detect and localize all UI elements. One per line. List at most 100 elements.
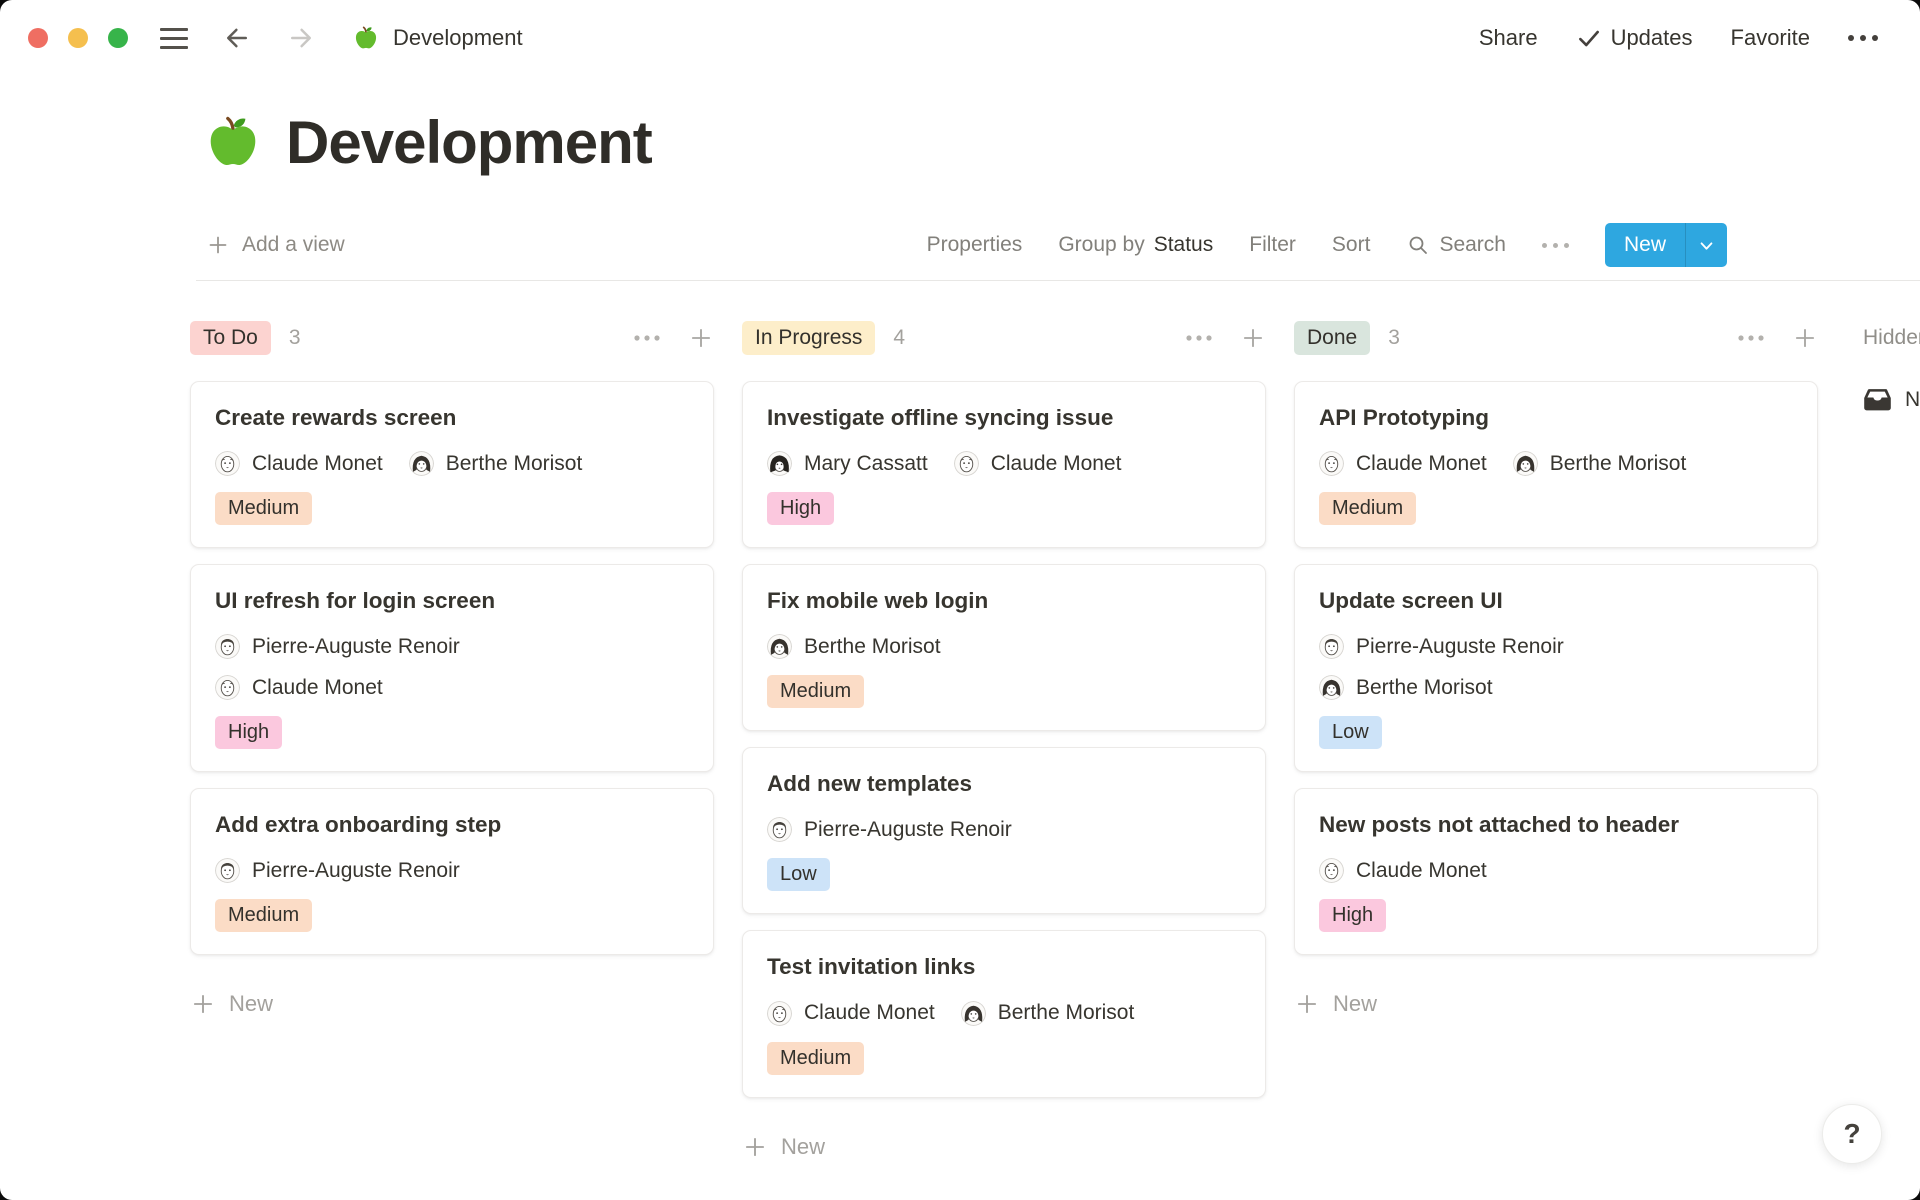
column-add-card-icon[interactable] (1792, 325, 1818, 351)
group-by-button[interactable]: Group by Status (1058, 233, 1213, 257)
hidden-columns-label[interactable]: Hidden (1863, 326, 1920, 350)
close-window-button[interactable] (28, 28, 48, 48)
plus-icon (190, 991, 216, 1017)
back-arrow-icon[interactable] (222, 23, 252, 53)
favorite-button[interactable]: Favorite (1731, 25, 1810, 51)
avatar-pierre-auguste-renoir (767, 817, 792, 842)
zoom-window-button[interactable] (108, 28, 128, 48)
column-done: Done3API PrototypingClaude MonetBerthe M… (1294, 317, 1818, 1160)
column-add-card-icon[interactable] (1240, 325, 1266, 351)
card-add-new-templates[interactable]: Add new templates Pierre-Auguste Renoir Lo… (742, 747, 1266, 914)
new-button-label[interactable]: New (1605, 223, 1685, 267)
avatar-claude-monet (1319, 858, 1344, 883)
hidden-columns-section: Hidden No Status (1846, 317, 1920, 1160)
card-fix-mobile-web-login[interactable]: Fix mobile web login Berthe Morisot Medium (742, 564, 1266, 731)
properties-button[interactable]: Properties (927, 233, 1023, 257)
priority-tag-high: High (1319, 899, 1386, 932)
page-title[interactable]: Development (286, 108, 652, 177)
help-button[interactable]: ? (1822, 1104, 1882, 1164)
column-more-options-icon[interactable] (1736, 333, 1766, 343)
assignee-pierre-auguste-renoir: Pierre-Auguste Renoir (215, 858, 460, 883)
add-card-button[interactable]: New (742, 1134, 1266, 1160)
column-card-count: 4 (893, 326, 905, 350)
assignee-claude-monet: Claude Monet (1319, 858, 1487, 883)
avatar-claude-monet (1319, 451, 1344, 476)
column-card-count: 3 (289, 326, 301, 350)
filter-button[interactable]: Filter (1249, 233, 1296, 257)
column-more-options-icon[interactable] (632, 333, 662, 343)
page-icon-green-apple[interactable] (202, 111, 264, 173)
search-button[interactable]: Search (1406, 233, 1506, 257)
assignee-name: Berthe Morisot (1550, 452, 1687, 476)
hidden-group-no-status[interactable]: No Status (1863, 385, 1920, 414)
assignee-claude-monet: Claude Monet (1319, 451, 1487, 476)
avatar-berthe-morisot (409, 451, 434, 476)
assignee-name: Claude Monet (991, 452, 1122, 476)
priority-tag-medium: Medium (767, 1042, 864, 1075)
add-card-button[interactable]: New (1294, 991, 1818, 1017)
view-more-options-icon[interactable] (1542, 243, 1569, 248)
assignee-name: Pierre-Auguste Renoir (1356, 635, 1564, 659)
card-update-screen-ui[interactable]: Update screen UIPierre-Auguste RenoirBer… (1294, 564, 1818, 772)
new-button[interactable]: New (1605, 223, 1727, 267)
new-dropdown-button[interactable] (1685, 223, 1727, 267)
card-ui-refresh-for-login-screen[interactable]: UI refresh for login screenPierre-August… (190, 564, 714, 772)
assignee-pierre-auguste-renoir: Pierre-Auguste Renoir (215, 634, 689, 659)
priority-tag-medium: Medium (767, 675, 864, 708)
avatar-berthe-morisot (1513, 451, 1538, 476)
card-title: Add new templates (767, 770, 1241, 798)
assignee-name: Berthe Morisot (804, 635, 941, 659)
window-titlebar: Development Share Updates Favorite (0, 0, 1920, 76)
priority-tag-high: High (767, 492, 834, 525)
assignee-name: Pierre-Auguste Renoir (804, 818, 1012, 842)
priority-tag-low: Low (1319, 716, 1382, 749)
forward-arrow-icon[interactable] (286, 23, 316, 53)
green-apple-icon (352, 24, 380, 52)
assignee-name: Claude Monet (1356, 452, 1487, 476)
priority-tag-medium: Medium (1319, 492, 1416, 525)
assignee-name: Pierre-Auguste Renoir (252, 635, 460, 659)
card-new-posts-not-attached-to-header[interactable]: New posts not attached to headerClaude M… (1294, 788, 1818, 955)
avatar-claude-monet (215, 675, 240, 700)
kanban-board: To Do3Create rewards screenClaude MonetB… (0, 281, 1920, 1160)
column-status-chip: Done (1294, 321, 1370, 355)
card-title: Investigate offline syncing issue (767, 404, 1241, 432)
sidebar-menu-icon[interactable] (160, 28, 188, 49)
assignee-name: Berthe Morisot (446, 452, 583, 476)
breadcrumb[interactable]: Development (352, 24, 523, 52)
avatar-berthe-morisot (767, 634, 792, 659)
updates-button[interactable]: Updates (1576, 25, 1693, 51)
card-create-rewards-screen[interactable]: Create rewards screenClaude MonetBerthe … (190, 381, 714, 548)
card-title: API Prototyping (1319, 404, 1793, 432)
avatar-pierre-auguste-renoir (215, 634, 240, 659)
plus-icon (1294, 991, 1320, 1017)
column-more-options-icon[interactable] (1184, 333, 1214, 343)
priority-tag-low: Low (767, 858, 830, 891)
share-button[interactable]: Share (1479, 25, 1538, 51)
sort-button[interactable]: Sort (1332, 233, 1371, 257)
assignee-name: Berthe Morisot (1356, 676, 1493, 700)
priority-tag-medium: Medium (215, 899, 312, 932)
add-view-button[interactable]: Add a view (206, 233, 345, 257)
card-add-extra-onboarding-step[interactable]: Add extra onboarding stepPierre-Auguste … (190, 788, 714, 955)
assignee-name: Claude Monet (252, 676, 383, 700)
traffic-lights (28, 28, 128, 48)
priority-tag-medium: Medium (215, 492, 312, 525)
assignee-claude-monet: Claude Monet (215, 675, 689, 700)
assignee-name: Claude Monet (1356, 859, 1487, 883)
card-title: Fix mobile web login (767, 587, 1241, 615)
add-card-button[interactable]: New (190, 991, 714, 1017)
avatar-claude-monet (215, 451, 240, 476)
card-test-invitation-links[interactable]: Test invitation linksClaude MonetBerthe … (742, 930, 1266, 1097)
assignee-name: Claude Monet (804, 1001, 935, 1025)
avatar-pierre-auguste-renoir (1319, 634, 1344, 659)
avatar-claude-monet (954, 451, 979, 476)
assignee-berthe-morisot: Berthe Morisot (961, 1001, 1135, 1026)
column-add-card-icon[interactable] (688, 325, 714, 351)
column-in-progress: In Progress 4 Investigate offline syncing … (742, 317, 1266, 1160)
minimize-window-button[interactable] (68, 28, 88, 48)
column-status-chip: In Progress (742, 321, 875, 355)
card-api-prototyping[interactable]: API Prototyping Claude Monet Berthe Moriso… (1294, 381, 1818, 548)
card-investigate-offline-syncing-issue[interactable]: Investigate offline syncing issueMary Ca… (742, 381, 1266, 548)
more-options-icon[interactable] (1848, 35, 1878, 41)
